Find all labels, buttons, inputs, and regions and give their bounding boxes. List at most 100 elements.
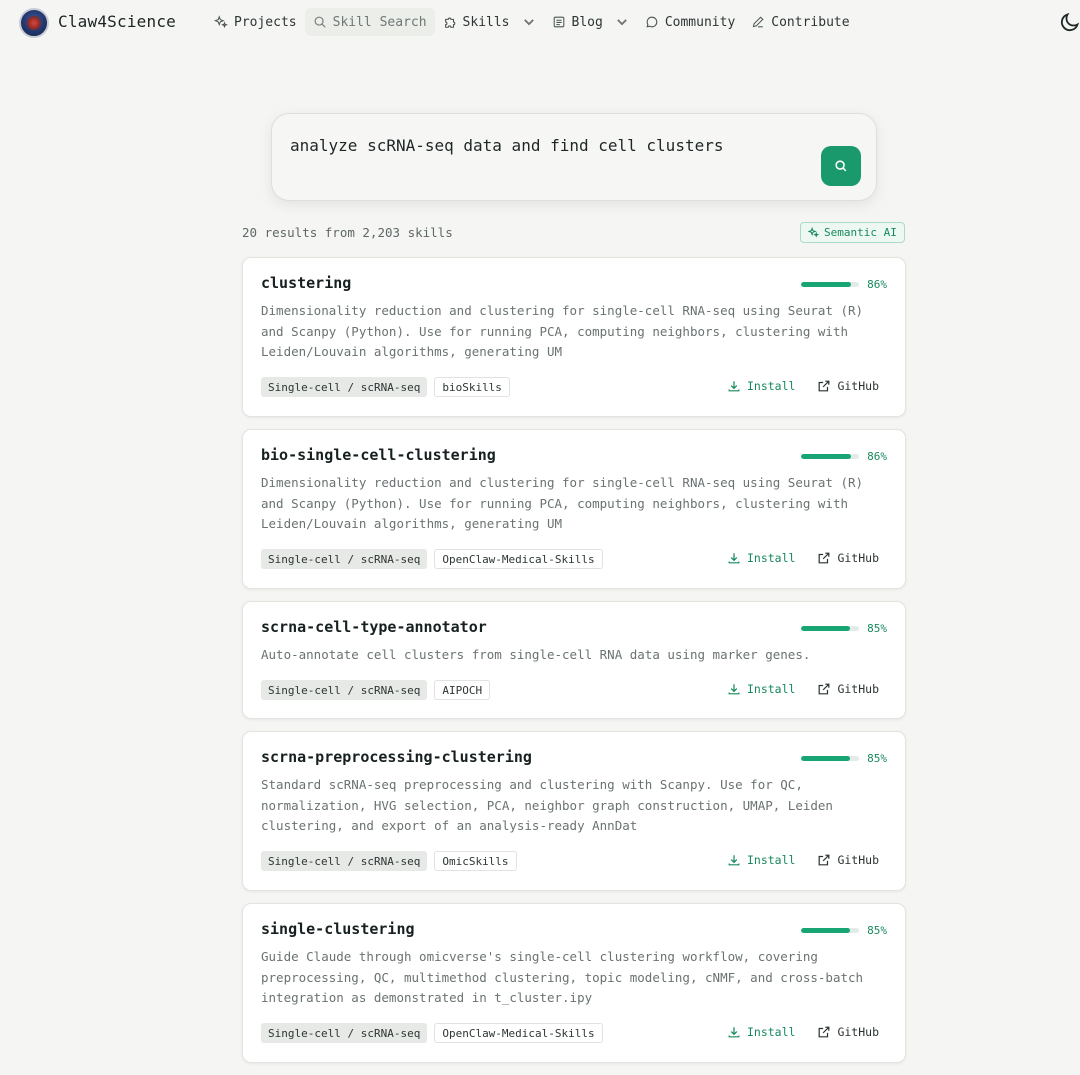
card-actions: Install GitHub — [727, 1025, 879, 1039]
category-tag[interactable]: Single-cell / scRNA-seq — [261, 1023, 428, 1043]
install-button[interactable]: Install — [727, 379, 795, 393]
skill-tags: Single-cell / scRNA-seq AIPOCH — [261, 680, 491, 700]
skill-tags: Single-cell / scRNA-seq OmicSkills — [261, 851, 517, 871]
source-tag[interactable]: bioSkills — [434, 377, 510, 397]
logo-emblem — [27, 16, 41, 30]
card-actions: Install GitHub — [727, 682, 879, 696]
nav-community[interactable]: Community — [637, 8, 743, 36]
github-link[interactable]: GitHub — [817, 1025, 879, 1039]
skill-title[interactable]: bio-single-cell-clustering — [261, 446, 496, 464]
github-label: GitHub — [837, 379, 879, 393]
nav-label: Blog — [571, 14, 603, 30]
install-label: Install — [746, 551, 796, 565]
install-label: Install — [746, 1025, 796, 1039]
source-tag[interactable]: AIPOCH — [434, 680, 491, 700]
skill-description: Guide Claude through omicverse's single-… — [261, 949, 864, 1006]
score-bar — [801, 756, 860, 761]
relevance-score: 85% — [801, 752, 887, 765]
score-percent: 85% — [867, 752, 887, 765]
download-icon — [728, 381, 740, 392]
external-link-icon — [819, 683, 830, 695]
install-button[interactable]: Install — [727, 551, 795, 565]
score-bar-fill — [801, 282, 851, 287]
score-bar-fill — [801, 756, 851, 761]
category-tag[interactable]: Single-cell / scRNA-seq — [261, 851, 428, 871]
score-bar-fill — [801, 626, 851, 631]
nav-projects[interactable]: Projects — [206, 8, 305, 36]
install-button[interactable]: Install — [727, 1025, 795, 1039]
search-submit-button[interactable] — [821, 146, 861, 186]
nav-blog[interactable]: Blog — [544, 8, 637, 36]
top-nav-bar: Claw4Science Projects Skill Search Skill… — [0, 0, 1080, 46]
category-tag[interactable]: Single-cell / scRNA-seq — [261, 549, 428, 569]
external-link-icon — [819, 854, 830, 866]
nav-label: Skill Search — [332, 14, 427, 30]
install-label: Install — [746, 379, 796, 393]
nav-contribute[interactable]: Contribute — [743, 8, 857, 36]
score-percent: 85% — [867, 924, 887, 937]
github-link[interactable]: GitHub — [817, 682, 879, 696]
score-bar — [801, 282, 860, 287]
skill-title[interactable]: scrna-preprocessing-clustering — [261, 748, 532, 766]
download-icon — [728, 1027, 740, 1038]
skill-card[interactable]: scrna-cell-type-annotator 85% Auto-annot… — [242, 601, 906, 719]
relevance-score: 86% — [801, 450, 887, 463]
download-icon — [728, 855, 740, 866]
nav-label: Community — [664, 14, 736, 30]
github-label: GitHub — [837, 551, 879, 565]
external-link-icon — [819, 1026, 830, 1038]
skill-title[interactable]: single-clustering — [261, 920, 415, 938]
sparkles-icon — [214, 15, 228, 29]
skill-card[interactable]: single-clustering 85% Guide Claude throu… — [242, 903, 906, 1063]
puzzle-icon — [444, 17, 455, 28]
search-icon — [835, 160, 847, 172]
card-actions: Install GitHub — [727, 853, 879, 867]
skill-card[interactable]: bio-single-cell-clustering 86% Dimension… — [242, 429, 906, 589]
github-label: GitHub — [837, 682, 879, 696]
install-button[interactable]: Install — [727, 853, 795, 867]
nav-label: Contribute — [771, 14, 850, 30]
nav-skills[interactable]: Skills — [435, 8, 544, 36]
sparkles-icon — [808, 227, 819, 238]
skill-card[interactable]: scrna-preprocessing-clustering 85% Stand… — [242, 731, 906, 891]
github-link[interactable]: GitHub — [817, 551, 879, 565]
github-link[interactable]: GitHub — [817, 853, 879, 867]
source-tag[interactable]: OpenClaw-Medical-Skills — [434, 549, 603, 569]
skill-description: Standard scRNA-seq preprocessing and clu… — [261, 777, 833, 834]
skill-description: Auto-annotate cell clusters from single-… — [261, 647, 811, 662]
skill-title[interactable]: scrna-cell-type-annotator — [261, 618, 487, 636]
category-tag[interactable]: Single-cell / scRNA-seq — [261, 377, 428, 397]
category-tag[interactable]: Single-cell / scRNA-seq — [261, 680, 428, 700]
score-percent: 86% — [867, 278, 887, 291]
install-button[interactable]: Install — [727, 682, 795, 696]
chevron-down-icon — [616, 19, 627, 26]
score-percent: 85% — [867, 622, 887, 635]
skill-tags: Single-cell / scRNA-seq bioSkills — [261, 377, 510, 397]
card-actions: Install GitHub — [727, 551, 879, 565]
skill-title[interactable]: clustering — [261, 274, 351, 292]
book-icon — [553, 16, 564, 28]
chevron-down-icon — [523, 19, 534, 26]
results-summary: 20 results from 2,203 skills — [242, 225, 453, 240]
semantic-ai-badge: Semantic AI — [800, 222, 905, 243]
skill-description: Dimensionality reduction and clustering … — [261, 475, 864, 532]
search-query-input[interactable]: analyze scRNA-seq data and find cell clu… — [290, 136, 723, 155]
skill-card[interactable]: clustering 86% Dimensionality reduction … — [242, 257, 906, 417]
source-tag[interactable]: OpenClaw-Medical-Skills — [434, 1023, 603, 1043]
score-percent: 86% — [867, 450, 887, 463]
github-link[interactable]: GitHub — [817, 379, 879, 393]
skill-search-box[interactable]: analyze scRNA-seq data and find cell clu… — [271, 113, 877, 201]
brand-name[interactable]: Claw4Science — [58, 12, 176, 31]
brand-logo[interactable] — [19, 8, 49, 38]
source-tag[interactable]: OmicSkills — [434, 851, 517, 871]
skill-tags: Single-cell / scRNA-seq OpenClaw-Medical… — [261, 1023, 603, 1043]
score-bar-fill — [801, 454, 851, 459]
relevance-score: 85% — [801, 924, 887, 937]
badge-label: Semantic AI — [824, 226, 897, 239]
moon-icon[interactable] — [1058, 12, 1080, 34]
pencil-icon — [753, 16, 764, 28]
download-icon — [728, 553, 740, 564]
install-label: Install — [746, 682, 796, 696]
nav-skill-search[interactable]: Skill Search — [304, 8, 435, 36]
skill-tags: Single-cell / scRNA-seq OpenClaw-Medical… — [261, 549, 603, 569]
